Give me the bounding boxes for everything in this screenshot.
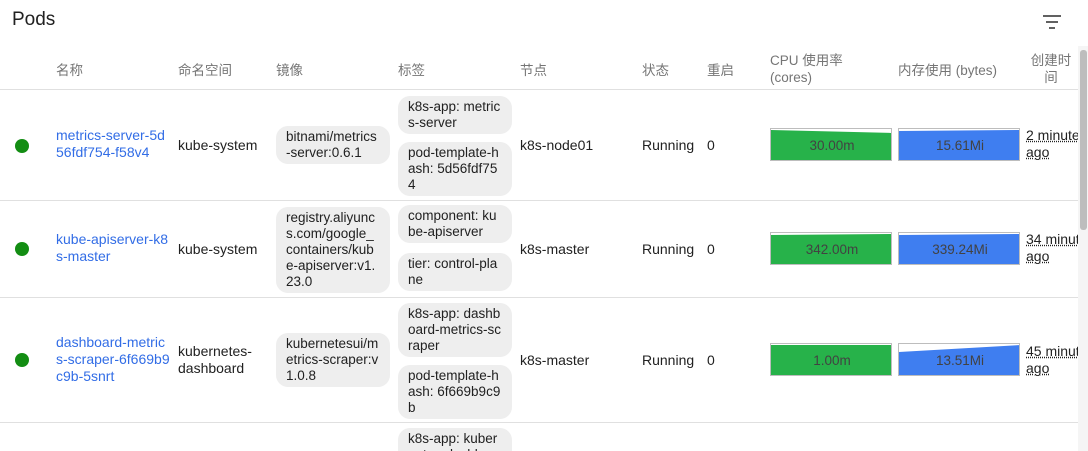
- status-running-icon: [15, 242, 29, 256]
- label-chip: k8s-app: dashboard-metrics-scraper: [398, 303, 512, 357]
- image-chip: bitnami/metrics-server:0.6.1: [276, 126, 390, 164]
- filter-button[interactable]: [1038, 8, 1066, 36]
- memory-sparkline: 13.51Mi: [898, 343, 1020, 376]
- memory-sparkline: 339.24Mi: [898, 232, 1020, 265]
- col-header-restarts: 重启: [707, 63, 734, 78]
- filter-icon: [1043, 15, 1061, 29]
- pod-namespace: kubernetes-dashboard: [178, 343, 252, 376]
- pod-restarts: 0: [707, 137, 715, 153]
- col-header-status: 状态: [642, 63, 669, 78]
- col-header-labels: 标签: [398, 63, 425, 78]
- table-row: dashboard-metrics-scraper-6f669b9c9b-5sn…: [0, 298, 1080, 423]
- table-row: metrics-server-5d56fdf754-f58v4 kube-sys…: [0, 90, 1080, 201]
- col-header-name[interactable]: 名称: [56, 62, 83, 79]
- pod-name-link[interactable]: dashboard-metrics-scraper-6f669b9c9b-5sn…: [56, 334, 170, 384]
- status-running-icon: [15, 139, 29, 153]
- label-chip: k8s-app: metrics-server: [398, 96, 512, 134]
- label-chip: tier: control-plane: [398, 253, 512, 291]
- col-header-created[interactable]: 创建时间: [1028, 52, 1074, 86]
- memory-sparkline: 15.61Mi: [898, 128, 1020, 161]
- pod-age[interactable]: 2 minute ago: [1026, 127, 1080, 161]
- image-chip: registry.aliyuncs.com/google_containers/…: [276, 207, 390, 293]
- cpu-sparkline: 342.00m: [770, 232, 892, 265]
- col-header-image: 镜像: [276, 63, 303, 78]
- label-chip: k8s-app: kubernetes-dashboa: [398, 428, 512, 451]
- col-header-cpu: CPU 使用率 (cores): [770, 53, 843, 85]
- table-row: kube-apiserver-k8s-master kube-system re…: [0, 201, 1080, 298]
- pod-name-link[interactable]: kube-apiserver-k8s-master: [56, 231, 168, 264]
- pod-namespace: kube-system: [178, 137, 258, 153]
- col-header-node: 节点: [520, 63, 547, 78]
- pod-restarts: 0: [707, 352, 715, 368]
- col-header-namespace[interactable]: 命名空间: [178, 62, 232, 79]
- cpu-sparkline: 1.00m: [770, 343, 892, 376]
- pods-card: Pods 名称 命名空间 镜像 标签 节点 状态 重启 CPU 使用率 (cor…: [0, 0, 1080, 451]
- pod-status: Running: [642, 352, 695, 368]
- label-chip: component: kube-apiserver: [398, 205, 512, 243]
- table-row: k8s-app: kubernetes-dashboa: [0, 423, 1080, 451]
- image-chip: kubernetesui/metrics-scraper:v1.0.8: [276, 333, 390, 387]
- pod-restarts: 0: [707, 241, 715, 257]
- pod-name-link[interactable]: metrics-server-5d56fdf754-f58v4: [56, 127, 165, 160]
- pod-age[interactable]: 34 minut ago: [1026, 231, 1080, 265]
- pod-age[interactable]: 45 minut ago: [1026, 343, 1080, 377]
- pod-node: k8s-master: [520, 241, 590, 257]
- pod-node: k8s-master: [520, 352, 590, 368]
- pod-status: Running: [642, 137, 695, 153]
- pod-namespace: kube-system: [178, 241, 258, 257]
- page-title: Pods: [12, 9, 56, 30]
- cpu-sparkline: 30.00m: [770, 128, 892, 161]
- scrollbar-thumb[interactable]: [1080, 50, 1087, 230]
- label-chip: pod-template-hash: 5d56fdf754: [398, 142, 512, 196]
- label-chip: pod-template-hash: 6f669b9c9b: [398, 365, 512, 419]
- status-running-icon: [15, 353, 29, 367]
- col-header-memory: 内存使用 (bytes): [898, 63, 998, 78]
- pod-status: Running: [642, 241, 695, 257]
- table-header: 名称 命名空间 镜像 标签 节点 状态 重启 CPU 使用率 (cores) 内…: [0, 46, 1080, 90]
- pod-node: k8s-node01: [520, 137, 594, 153]
